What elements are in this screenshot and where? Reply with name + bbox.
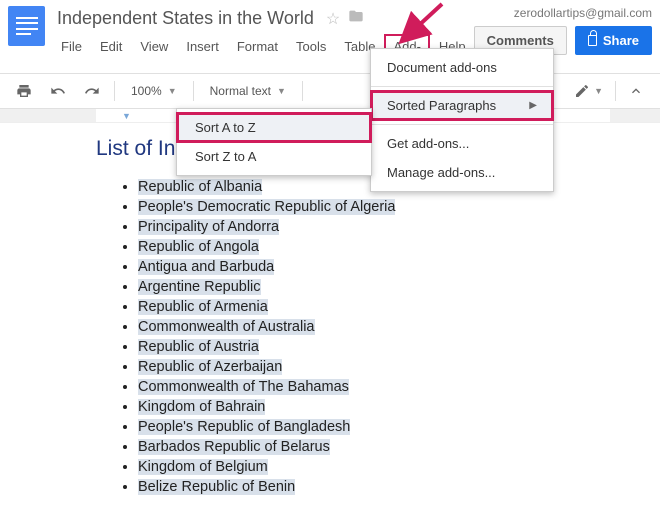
- list-item[interactable]: Republic of Austria: [138, 339, 660, 355]
- redo-icon[interactable]: [80, 80, 104, 102]
- list-item[interactable]: Belize Republic of Benin: [138, 479, 660, 495]
- toolbar: 100%▼ Normal text▼ ▼: [0, 73, 660, 109]
- chevron-down-icon: ▼: [594, 86, 603, 96]
- list-item[interactable]: Republic of Armenia: [138, 299, 660, 315]
- menu-item-manage-addons[interactable]: Manage add-ons...: [371, 158, 553, 187]
- menu-format[interactable]: Format: [229, 35, 286, 73]
- document-page: List of In Republic of AlbaniaPeople's D…: [0, 123, 660, 495]
- list-item[interactable]: Republic of Angola: [138, 239, 660, 255]
- ruler-indent-marker[interactable]: ▼: [122, 111, 131, 121]
- menu-file[interactable]: File: [53, 35, 90, 73]
- share-label: Share: [603, 33, 639, 48]
- list-item[interactable]: Antigua and Barbuda: [138, 259, 660, 275]
- undo-icon[interactable]: [46, 80, 70, 102]
- expand-icon[interactable]: [624, 80, 648, 102]
- menu-item-get-addons[interactable]: Get add-ons...: [371, 129, 553, 158]
- menu-separator: [371, 86, 553, 87]
- menu-tools[interactable]: Tools: [288, 35, 334, 73]
- chevron-down-icon: ▼: [277, 86, 286, 96]
- list-item[interactable]: Commonwealth of The Bahamas: [138, 379, 660, 395]
- country-list: Republic of AlbaniaPeople's Democratic R…: [96, 179, 660, 495]
- list-item[interactable]: Kingdom of Belgium: [138, 459, 660, 475]
- menu-item-document-addons[interactable]: Document add-ons: [371, 53, 553, 82]
- list-item[interactable]: People's Republic of Bangladesh: [138, 419, 660, 435]
- menu-separator: [371, 124, 553, 125]
- user-email[interactable]: zerodollartips@gmail.com: [474, 6, 652, 26]
- star-icon[interactable]: ☆: [326, 9, 340, 29]
- menu-view[interactable]: View: [132, 35, 176, 73]
- print-icon[interactable]: [12, 80, 36, 102]
- annotation-arrow: [412, 2, 452, 45]
- list-item[interactable]: Commonwealth of Australia: [138, 319, 660, 335]
- list-item[interactable]: Argentine Republic: [138, 279, 660, 295]
- header: Independent States in the World ☆ File E…: [0, 0, 660, 73]
- chevron-down-icon: ▼: [168, 86, 177, 96]
- list-item[interactable]: Principality of Andorra: [138, 219, 660, 235]
- share-button[interactable]: Share: [575, 26, 652, 55]
- list-item[interactable]: Republic of Azerbaijan: [138, 359, 660, 375]
- submenu-arrow-icon: ▶: [529, 100, 537, 111]
- list-item[interactable]: Barbados Republic of Belarus: [138, 439, 660, 455]
- document-title[interactable]: Independent States in the World: [53, 6, 318, 31]
- docs-logo[interactable]: [8, 6, 45, 46]
- style-select[interactable]: Normal text▼: [204, 81, 292, 101]
- menu-item-sorted-paragraphs[interactable]: Sorted Paragraphs ▶: [371, 91, 553, 120]
- folder-icon[interactable]: [348, 8, 364, 29]
- list-item[interactable]: Kingdom of Bahrain: [138, 399, 660, 415]
- addons-dropdown: Document add-ons Sorted Paragraphs ▶ Get…: [370, 48, 554, 192]
- sort-submenu: Sort A to Z Sort Z to A: [176, 108, 372, 176]
- menu-insert[interactable]: Insert: [178, 35, 227, 73]
- menu-item-sort-az[interactable]: Sort A to Z: [177, 113, 371, 142]
- edit-mode-icon[interactable]: ▼: [570, 80, 607, 102]
- list-item[interactable]: People's Democratic Republic of Algeria: [138, 199, 660, 215]
- menu-edit[interactable]: Edit: [92, 35, 130, 73]
- lock-icon: [588, 35, 597, 46]
- menu-item-sort-za[interactable]: Sort Z to A: [177, 142, 371, 171]
- zoom-select[interactable]: 100%▼: [125, 81, 183, 101]
